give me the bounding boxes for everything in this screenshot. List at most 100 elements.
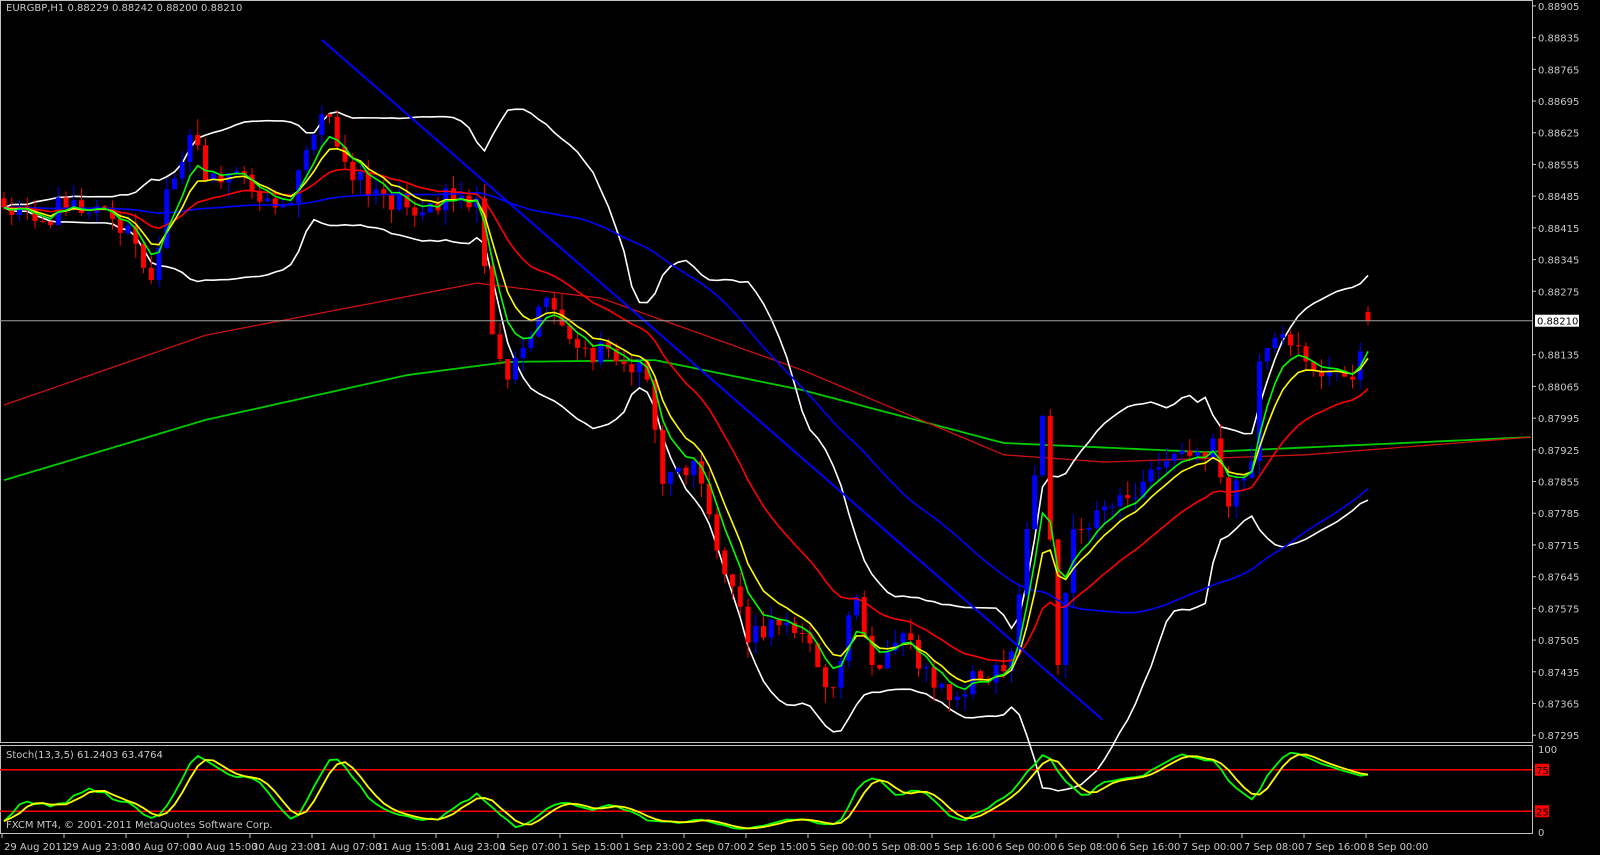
candle-body xyxy=(187,134,193,162)
candle-body xyxy=(303,149,309,171)
candle-body xyxy=(195,134,201,146)
candle-body xyxy=(86,212,92,214)
y-tick-label: 0.88905 xyxy=(1538,2,1579,13)
stoch-y-label: 0 xyxy=(1538,828,1544,839)
candle-body xyxy=(1365,312,1371,321)
candle-body xyxy=(962,694,968,697)
y-tick-label: 0.88135 xyxy=(1538,351,1579,362)
x-tick-label: 2 Sep 15:00 xyxy=(748,842,808,853)
candle-body xyxy=(148,267,154,280)
candle-body xyxy=(722,550,728,575)
y-tick-label: 0.88415 xyxy=(1538,224,1579,235)
y-tick-label: 0.88065 xyxy=(1538,382,1579,393)
x-tick-label: 30 Aug 15:00 xyxy=(190,842,257,853)
candle-body xyxy=(164,189,170,248)
x-tick-label: 5 Sep 00:00 xyxy=(810,842,870,853)
candle-body xyxy=(1264,348,1270,362)
candle-body xyxy=(745,606,751,643)
candle-body xyxy=(1078,529,1084,531)
x-tick-label: 31 Aug 23:00 xyxy=(438,842,505,853)
candle-body xyxy=(1171,453,1177,462)
candle-body xyxy=(660,429,666,484)
candle-body xyxy=(993,664,999,683)
x-tick-label: 5 Sep 16:00 xyxy=(934,842,994,853)
candle-body xyxy=(1109,506,1115,508)
candle-body xyxy=(257,191,263,202)
candle-body xyxy=(575,339,580,348)
candle-body xyxy=(1102,506,1107,511)
candle-body xyxy=(141,243,146,268)
candle-body xyxy=(203,145,208,181)
candle-body xyxy=(544,298,549,307)
x-tick-label: 30 Aug 23:00 xyxy=(252,842,319,853)
candle-body xyxy=(675,467,681,473)
candle-body xyxy=(823,667,828,688)
ma-blue-line xyxy=(3,191,1369,614)
candle-body xyxy=(381,189,387,194)
candle-body xyxy=(513,357,518,380)
candles-group xyxy=(1,105,1371,713)
candle-body xyxy=(931,667,937,688)
candle-body xyxy=(1,198,7,208)
candle-body xyxy=(125,225,131,233)
candle-body xyxy=(327,114,332,117)
candle-body xyxy=(102,206,108,208)
y-tick-label: 0.87505 xyxy=(1538,636,1579,647)
copyright: FXCM MT4, © 2001-2011 MetaQuotes Softwar… xyxy=(6,820,273,831)
y-tick-label: 0.87365 xyxy=(1538,699,1579,710)
y-tick-label: 0.87435 xyxy=(1538,668,1579,679)
long-ma-green-line xyxy=(3,359,1531,482)
candle-body xyxy=(590,347,596,363)
y-tick-label: 0.88555 xyxy=(1538,160,1579,171)
bollinger-lower-line xyxy=(3,206,1369,792)
trendline xyxy=(321,39,1103,721)
x-tick-label: 1 Sep 23:00 xyxy=(624,842,684,853)
candle-body xyxy=(319,114,325,135)
candle-body xyxy=(1032,475,1038,530)
y-tick-label: 0.87995 xyxy=(1538,414,1579,425)
candle-body xyxy=(916,640,921,669)
candle-body xyxy=(505,359,511,380)
stoch-level-label: 75 xyxy=(1536,766,1549,777)
candle-body xyxy=(1086,528,1092,530)
candle-body xyxy=(551,298,557,310)
y-tick-label: 0.87785 xyxy=(1538,509,1579,520)
candle-body xyxy=(629,364,635,373)
x-tick-label: 30 Aug 07:00 xyxy=(128,842,195,853)
y-tick-label: 0.88765 xyxy=(1538,65,1579,76)
candle-body xyxy=(117,218,123,233)
candle-body xyxy=(358,171,363,181)
candle-body xyxy=(489,266,495,335)
candle-body xyxy=(900,633,906,643)
x-tick-label: 6 Sep 08:00 xyxy=(1058,842,1118,853)
candle-body xyxy=(389,193,394,210)
x-tick-label: 6 Sep 00:00 xyxy=(996,842,1056,853)
candle-body xyxy=(63,197,69,208)
ema-green-line xyxy=(3,135,1369,691)
x-tick-label: 6 Sep 16:00 xyxy=(1120,842,1180,853)
candle-body xyxy=(784,622,790,626)
chart-title: EURGBP,H1 0.88229 0.88242 0.88200 0.8821… xyxy=(6,3,243,14)
stoch-main-line xyxy=(3,751,1369,830)
x-tick-label: 2 Sep 07:00 xyxy=(686,842,746,853)
candle-body xyxy=(1187,450,1193,456)
candle-body xyxy=(48,221,53,225)
candle-body xyxy=(978,671,983,679)
candle-body xyxy=(768,619,774,638)
y-tick-label: 0.88275 xyxy=(1538,287,1579,298)
candle-body xyxy=(1233,480,1239,507)
candle-body xyxy=(1094,510,1100,529)
stoch-signal-line xyxy=(3,753,1369,830)
candle-body xyxy=(691,461,697,476)
candle-body xyxy=(79,200,84,213)
chart-canvas[interactable]: 0.88905 0.88835 0.88765 0.88695 0.88625 0.885… xyxy=(0,0,1600,855)
candle-body xyxy=(753,626,759,643)
candle-body xyxy=(1001,664,1007,672)
candle-body xyxy=(830,687,836,689)
candle-body xyxy=(730,574,735,587)
candle-body xyxy=(1133,497,1138,499)
candle-body xyxy=(1125,495,1131,499)
candle-body xyxy=(923,667,929,669)
candle-body xyxy=(683,467,689,476)
y-tick-label: 0.88695 xyxy=(1538,97,1579,108)
